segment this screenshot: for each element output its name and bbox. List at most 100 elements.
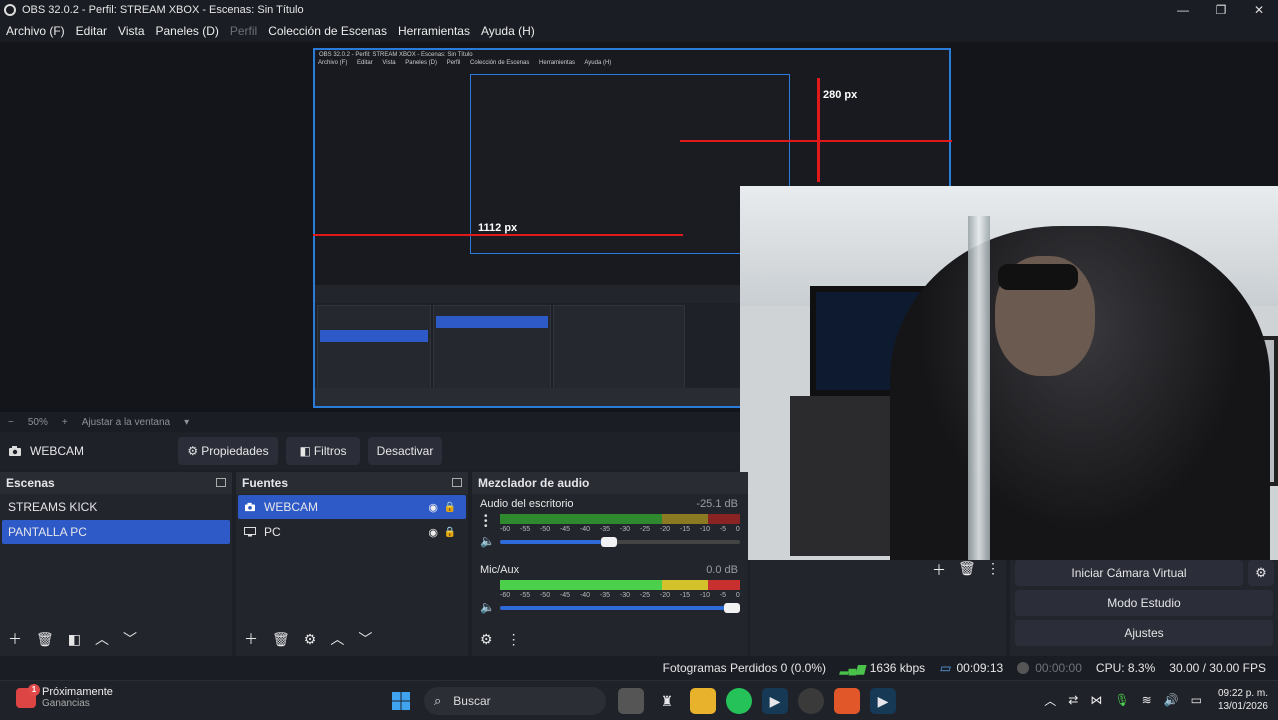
sources-title: Fuentes — [242, 476, 289, 490]
file-explorer-icon[interactable] — [690, 688, 716, 714]
minimize-button[interactable]: — — [1164, 0, 1202, 20]
webcam-source[interactable] — [740, 186, 1278, 560]
mixer-menu-icon[interactable]: ⋮ — [507, 631, 521, 648]
start-virtual-camera-button[interactable]: Iniciar Cámara Virtual — [1015, 560, 1243, 586]
live-status: ▭ 00:09:13 — [939, 661, 1003, 675]
lock-icon[interactable]: 🔒 — [444, 502, 456, 513]
filter-icon: ◧ — [299, 444, 311, 458]
zoom-out-button[interactable]: − — [8, 417, 14, 428]
menu-perfil[interactable]: Perfil — [230, 24, 257, 38]
obs-taskbar-icon[interactable] — [798, 688, 824, 714]
speaker-icon[interactable]: 🔈 — [480, 600, 495, 614]
scene-filters-icon[interactable]: ◧ — [68, 631, 81, 648]
menu-paneles[interactable]: Paneles (D) — [156, 24, 219, 38]
studio-mode-button[interactable]: Modo Estudio — [1015, 590, 1273, 616]
clock-time: 09:22 p. m. — [1217, 688, 1268, 699]
tick: -55 — [519, 592, 531, 599]
tick: -45 — [559, 526, 571, 533]
zoom-dropdown-icon[interactable]: ▾ — [184, 417, 189, 428]
add-transition-icon[interactable]: ＋ — [932, 560, 946, 580]
live-time: 00:09:13 — [956, 661, 1004, 675]
remove-transition-icon[interactable]: 🗑 — [958, 560, 976, 577]
move-up-icon[interactable]: ︿ — [330, 629, 344, 649]
properties-button[interactable]: ⚙ Propiedades — [178, 437, 278, 465]
advanced-audio-icon[interactable]: ⚙ — [480, 631, 493, 648]
undock-icon[interactable] — [452, 478, 462, 487]
virtual-camera-settings-icon[interactable]: ⚙ — [1248, 560, 1274, 586]
remove-source-icon[interactable]: 🗑 — [272, 631, 290, 648]
scene-item-selected[interactable]: PANTALLA PC — [2, 520, 230, 544]
nested-menu-item: Colección de Escenas — [469, 60, 530, 66]
nested-menu-bar: Archivo (F) Editar Vista Paneles (D) Per… — [315, 60, 949, 72]
track-db: 0.0 dB — [706, 564, 738, 576]
move-down-icon[interactable]: ﹀ — [358, 629, 372, 649]
source-item-selected[interactable]: WEBCAM ◉ 🔒 — [238, 495, 466, 519]
app-icon[interactable]: ♜ — [654, 688, 680, 714]
remove-scene-icon[interactable]: 🗑 — [36, 631, 54, 648]
tray-app-icon[interactable]: ⇄ — [1068, 693, 1078, 707]
menu-coleccion-escenas[interactable]: Colección de Escenas — [268, 24, 387, 38]
brave-browser-icon[interactable] — [834, 688, 860, 714]
sources-header: Fuentes — [236, 472, 468, 494]
webcam-furniture — [790, 396, 900, 556]
alignment-guide-horizontal — [313, 234, 683, 236]
volume-slider[interactable] — [500, 603, 740, 613]
show-hidden-icons-icon[interactable]: ︿ — [1044, 692, 1056, 709]
terminal-app-2-icon[interactable]: ▶ — [870, 688, 896, 714]
close-button[interactable]: ✕ — [1240, 0, 1278, 20]
maximize-button[interactable]: ❐ — [1202, 0, 1240, 20]
add-scene-icon[interactable]: ＋ — [8, 629, 22, 649]
clock[interactable]: 09:22 p. m. 13/01/2026 — [1218, 687, 1268, 713]
visibility-eye-icon[interactable]: ◉ — [428, 526, 438, 539]
volume-slider[interactable] — [500, 537, 740, 547]
menu-herramientas[interactable]: Herramientas — [398, 24, 470, 38]
terminal-app-icon[interactable]: ▶ — [762, 688, 788, 714]
menu-editar[interactable]: Editar — [76, 24, 107, 38]
tray-app-2-icon[interactable]: ⋈ — [1090, 693, 1102, 707]
undock-icon[interactable] — [216, 478, 226, 487]
menu-archivo[interactable]: Archivo (F) — [6, 24, 65, 38]
properties-label: Propiedades — [201, 444, 269, 458]
clock-date: 13/01/2026 — [1217, 701, 1268, 712]
webcam-glasses — [998, 264, 1078, 290]
whatsapp-icon[interactable] — [726, 688, 752, 714]
move-up-icon[interactable]: ︿ — [95, 629, 109, 649]
widgets-button[interactable]: 1 Próximamente Ganancias — [16, 683, 113, 709]
taskbar-search[interactable]: ⌕ Buscar — [424, 687, 606, 715]
tick: -60 — [500, 526, 511, 533]
deactivate-button[interactable]: Desactivar — [368, 437, 442, 465]
filters-button[interactable]: ◧ Filtros — [286, 437, 360, 465]
microphone-icon[interactable]: 🎙 — [1114, 693, 1129, 707]
lock-icon[interactable]: 🔒 — [444, 527, 456, 538]
guide-distance-top: 280 px — [823, 89, 858, 101]
source-item[interactable]: PC ◉ 🔒 — [238, 520, 466, 544]
nested-mixer-panel — [553, 305, 685, 401]
scene-item[interactable]: STREAMS KICK — [2, 495, 230, 519]
title-bar: OBS 32.0.2 - Perfil: STREAM XBOX - Escen… — [0, 0, 1278, 20]
gear-icon: ⚙ — [187, 444, 199, 458]
tick: -45 — [559, 592, 571, 599]
menu-ayuda[interactable]: Ayuda (H) — [481, 24, 535, 38]
volume-icon[interactable]: 🔊 — [1164, 693, 1179, 707]
filters-label: Filtros — [313, 444, 347, 458]
move-down-icon[interactable]: ﹀ — [123, 629, 137, 649]
zoom-in-button[interactable]: + — [62, 417, 68, 428]
track-menu-icon[interactable]: • • • — [484, 512, 488, 532]
visibility-eye-icon[interactable]: ◉ — [428, 501, 438, 514]
settings-button[interactable]: Ajustes — [1015, 620, 1273, 646]
tick: -15 — [679, 526, 690, 533]
source-settings-icon[interactable]: ⚙ — [304, 631, 317, 648]
transition-menu-icon[interactable]: ⋮ — [986, 560, 1000, 577]
menu-bar: Archivo (F) Editar Vista Paneles (D) Per… — [0, 20, 1278, 42]
battery-icon[interactable]: ▭ — [1191, 693, 1202, 707]
tick: -35 — [599, 526, 611, 533]
menu-vista[interactable]: Vista — [118, 24, 144, 38]
start-button[interactable] — [388, 688, 414, 714]
window-title: OBS 32.0.2 - Perfil: STREAM XBOX - Escen… — [22, 4, 304, 16]
add-source-icon[interactable]: ＋ — [244, 629, 258, 649]
mixer-track-desktop: Audio del escritorio -25.1 dB • • • -60 -55… — [472, 494, 748, 560]
speaker-icon[interactable]: 🔈 — [480, 534, 495, 548]
task-view-icon[interactable] — [618, 688, 644, 714]
zoom-fit-select[interactable]: Ajustar a la ventana — [82, 417, 170, 428]
wifi-icon[interactable]: ≋ — [1142, 693, 1152, 707]
